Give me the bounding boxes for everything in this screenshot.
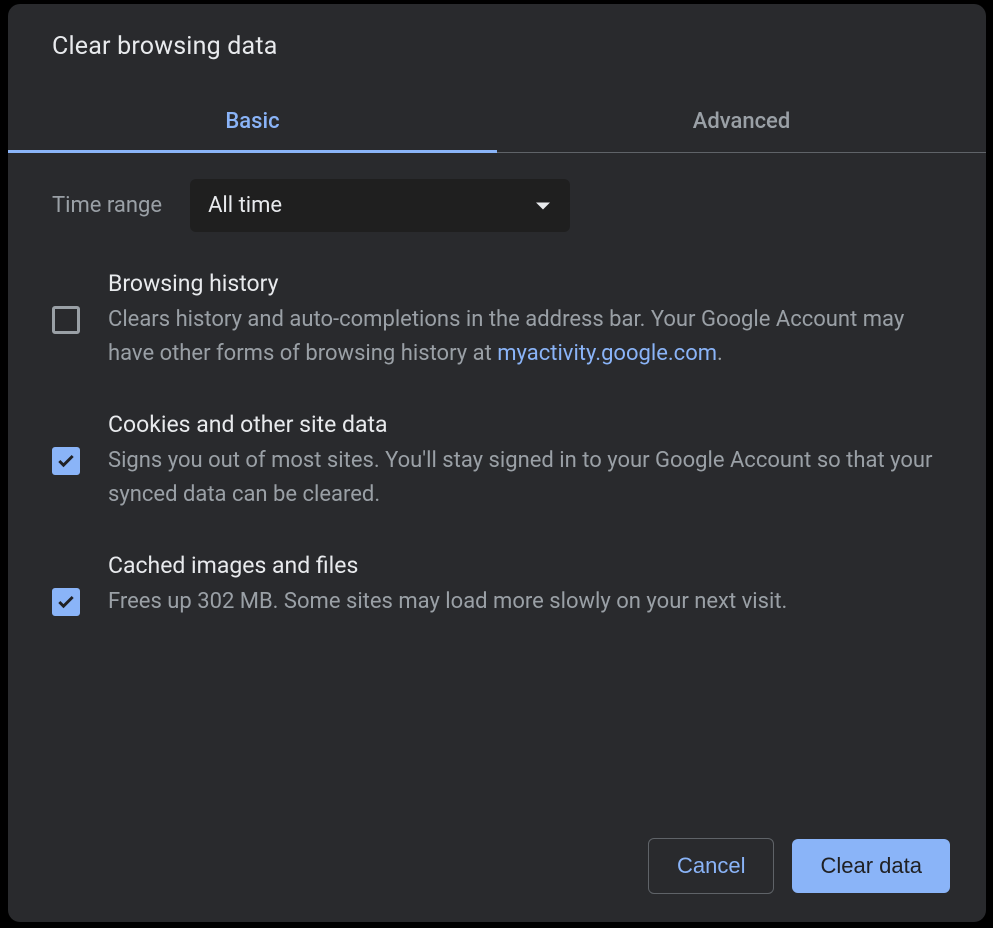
clear-data-button[interactable]: Clear data xyxy=(792,839,950,893)
option-desc: Clears history and auto-completions in t… xyxy=(108,303,942,371)
dialog-title: Clear browsing data xyxy=(8,4,986,61)
option-desc-post: . xyxy=(717,341,723,366)
check-icon xyxy=(56,592,76,612)
dialog-footer: Cancel Clear data xyxy=(648,838,950,894)
option-text: Browsing history Clears history and auto… xyxy=(108,270,942,371)
option-title: Browsing history xyxy=(108,270,942,297)
option-cache: Cached images and files Frees up 302 MB.… xyxy=(52,552,942,619)
option-title: Cached images and files xyxy=(108,552,942,579)
myactivity-link[interactable]: myactivity.google.com xyxy=(497,341,717,366)
tabs: Basic Advanced xyxy=(8,91,986,153)
option-desc: Frees up 302 MB. Some sites may load mor… xyxy=(108,585,942,619)
tab-advanced[interactable]: Advanced xyxy=(497,91,986,152)
option-title: Cookies and other site data xyxy=(108,411,942,438)
option-desc: Signs you out of most sites. You'll stay… xyxy=(108,444,942,512)
time-range-selected-value: All time xyxy=(208,193,282,218)
option-cookies: Cookies and other site data Signs you ou… xyxy=(52,411,942,512)
chevron-down-icon xyxy=(536,202,550,209)
option-text: Cookies and other site data Signs you ou… xyxy=(108,411,942,512)
clear-browsing-data-dialog: Clear browsing data Basic Advanced Time … xyxy=(8,4,986,922)
option-text: Cached images and files Frees up 302 MB.… xyxy=(108,552,942,619)
time-range-row: Time range All time xyxy=(52,179,942,232)
time-range-select[interactable]: All time xyxy=(190,179,570,232)
option-browsing-history: Browsing history Clears history and auto… xyxy=(52,270,942,371)
tab-basic[interactable]: Basic xyxy=(8,91,497,152)
time-range-label: Time range xyxy=(52,193,162,218)
checkbox-browsing-history[interactable] xyxy=(52,306,80,334)
cancel-button[interactable]: Cancel xyxy=(648,838,774,894)
checkbox-cookies[interactable] xyxy=(52,447,80,475)
dialog-content: Time range All time Browsing history Cle… xyxy=(8,153,986,619)
check-icon xyxy=(56,451,76,471)
checkbox-cache[interactable] xyxy=(52,588,80,616)
